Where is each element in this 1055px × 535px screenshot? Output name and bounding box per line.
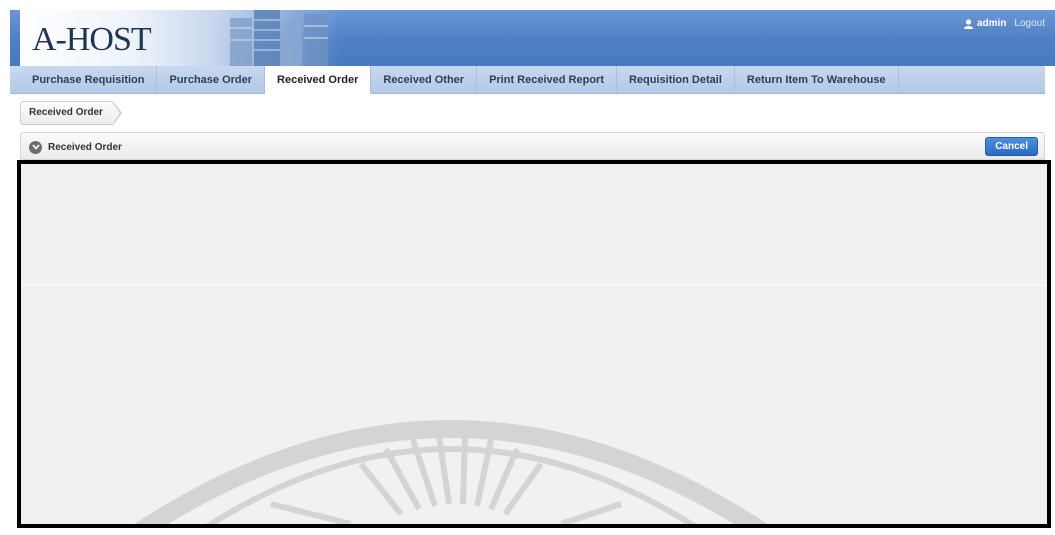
region-title: Received Order	[29, 133, 122, 161]
tab-received-other[interactable]: Received Other	[371, 66, 478, 94]
tab-requisition-detail[interactable]: Requisition Detail	[617, 66, 735, 94]
seal-watermark-icon	[134, 420, 768, 524]
user-menu[interactable]: admin	[963, 18, 1007, 29]
tab-purchase-order[interactable]: Purchase Order	[157, 66, 266, 94]
breadcrumb-current[interactable]: Received Order	[20, 101, 113, 125]
logout-link[interactable]: Logout	[1014, 18, 1045, 29]
region-header: Received Order Cancel	[20, 132, 1045, 160]
region-title-label: Received Order	[48, 141, 122, 153]
tab-received-order[interactable]: Received Order	[265, 66, 372, 94]
user-name: admin	[976, 18, 1007, 29]
app-logo[interactable]: A-HOST	[20, 10, 340, 66]
user-icon	[963, 18, 973, 29]
chevron-down-circle-icon[interactable]	[29, 140, 42, 154]
buildings-graphic	[230, 10, 328, 66]
app-header: A-HOST admin Logout	[10, 10, 1055, 66]
cancel-button[interactable]: Cancel	[985, 137, 1038, 156]
tab-purchase-requisition[interactable]: Purchase Requisition	[20, 66, 158, 94]
main-tabs: Purchase Requisition Purchase Order Rece…	[10, 66, 1045, 94]
tab-return-item-to-warehouse[interactable]: Return Item To Warehouse	[735, 66, 899, 94]
tab-print-received-report[interactable]: Print Received Report	[477, 66, 617, 94]
breadcrumb-arrow-icon	[111, 101, 122, 125]
content-area	[17, 160, 1051, 528]
user-area: admin Logout	[963, 18, 1045, 29]
logo-text: A-HOST	[32, 21, 152, 58]
breadcrumb: Received Order	[20, 101, 122, 125]
